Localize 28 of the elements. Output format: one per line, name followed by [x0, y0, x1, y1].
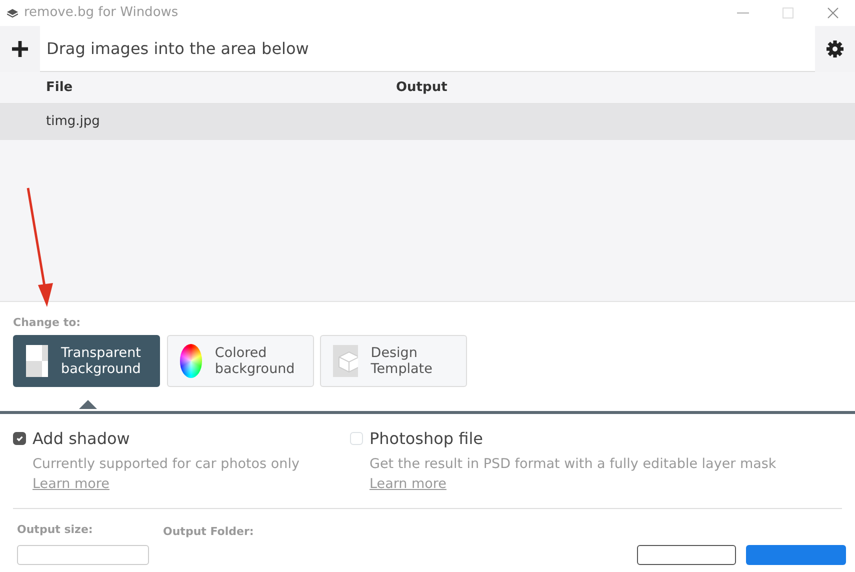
primary-button[interactable] — [746, 544, 846, 565]
add-button[interactable] — [0, 26, 40, 72]
checkbox[interactable] — [13, 432, 26, 446]
logo-icon — [6, 8, 18, 18]
window-title: remove.bg for Windows — [24, 4, 180, 22]
option-label: Add shadow — [32, 428, 130, 450]
column-header: File — [45, 78, 74, 97]
column-header: Output — [396, 78, 448, 97]
gear-icon — [826, 40, 844, 58]
color-wheel-icon — [180, 344, 202, 378]
settings-button[interactable] — [815, 26, 855, 72]
section-label: Change to: — [13, 315, 82, 331]
option-label: Photoshop file — [370, 428, 484, 450]
background-option[interactable]: Design Template — [320, 334, 467, 387]
selection-pointer — [79, 400, 97, 411]
background-option[interactable]: Transparent background — [13, 334, 160, 387]
option-description: Get the result in PSD format with a fully editable layer mask — [370, 455, 776, 474]
plus-icon — [11, 40, 29, 58]
file-row[interactable]: timg.jpg — [0, 104, 855, 140]
output-size-field[interactable] — [17, 544, 149, 565]
prompt-text: Drag images into the area below — [46, 38, 310, 60]
checkerboard-icon — [26, 344, 48, 377]
output-folder-label: Output Folder: — [163, 524, 254, 538]
cube-icon — [333, 344, 358, 377]
background-option[interactable]: Colored background — [166, 334, 314, 387]
secondary-button[interactable] — [637, 544, 736, 565]
output-size-label: Output size: — [17, 522, 94, 538]
option-description: Currently supported for car photos only — [32, 455, 300, 474]
